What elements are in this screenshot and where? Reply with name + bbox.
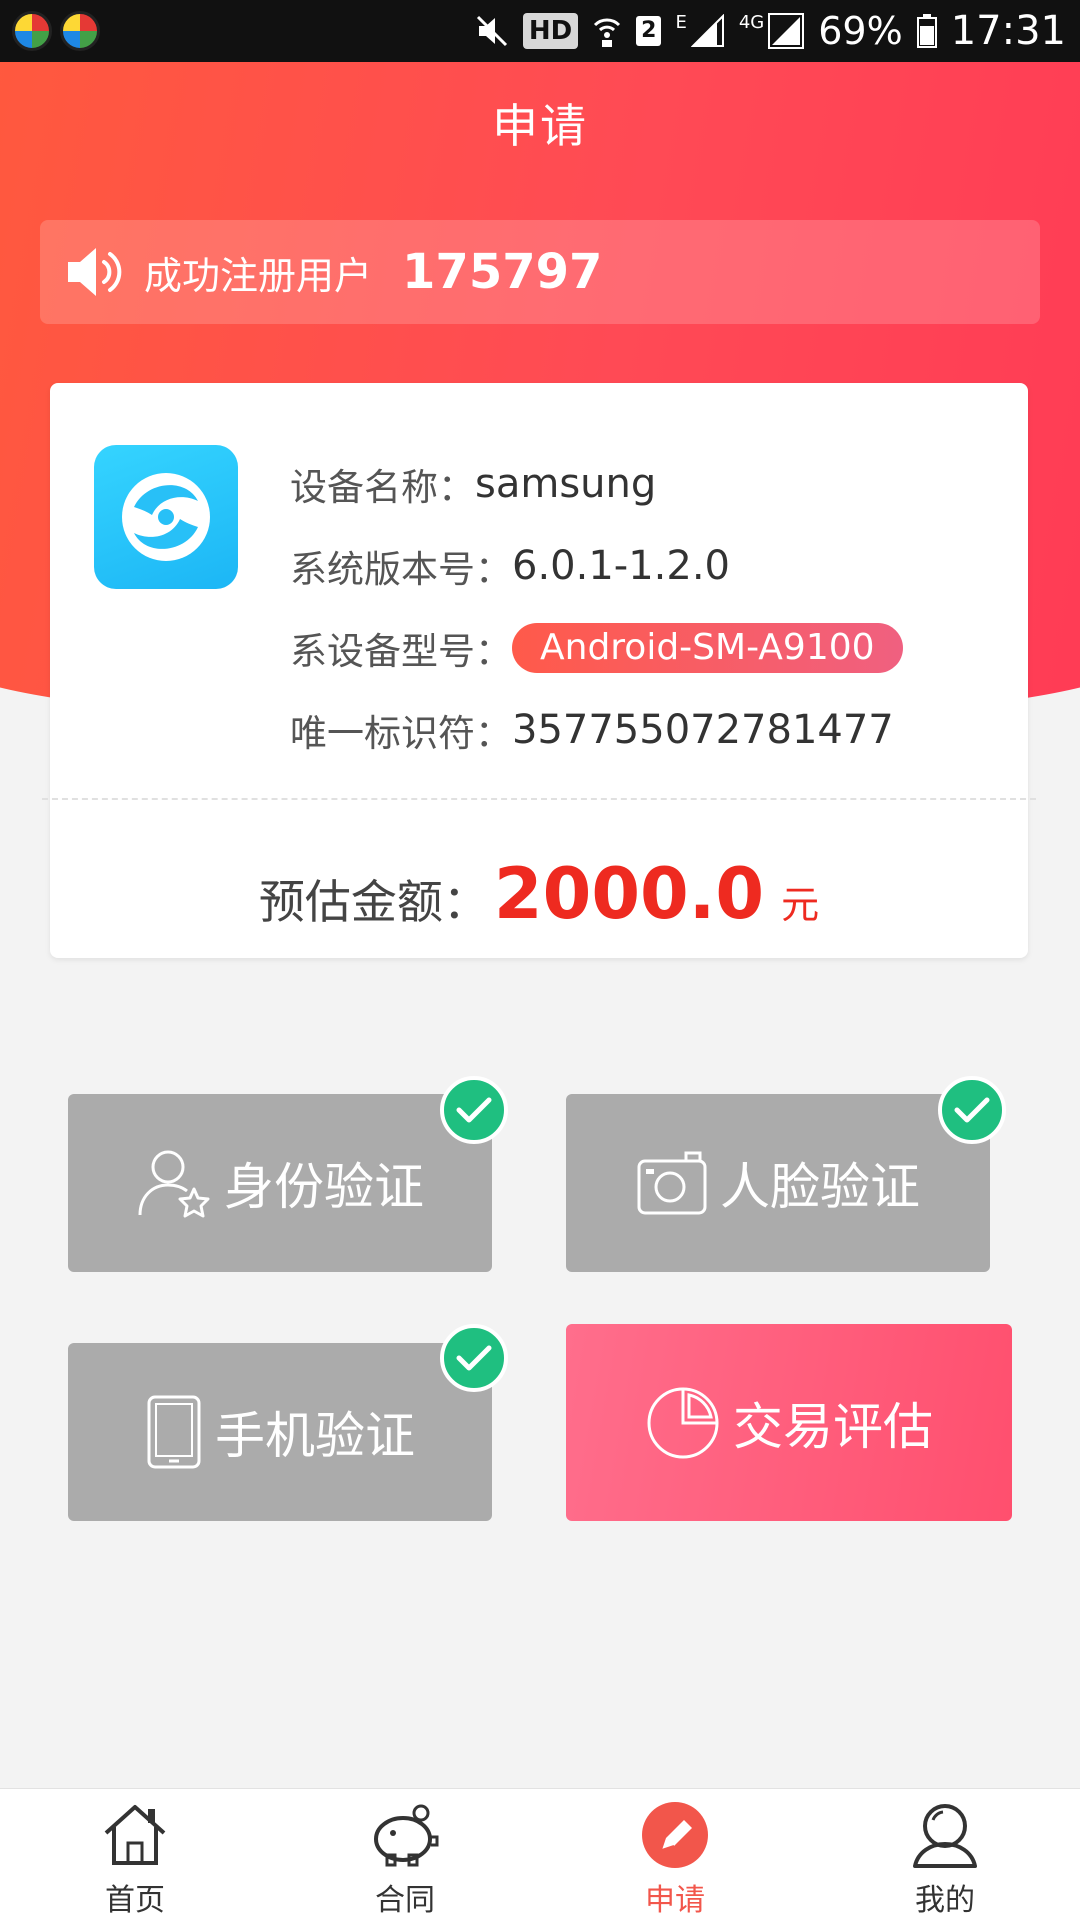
speaker-icon (68, 248, 122, 296)
app-logo (94, 445, 238, 589)
registered-users-banner: 成功注册用户 175797 (40, 220, 1040, 324)
registered-count: 175797 (402, 244, 603, 300)
hd-badge: HD (522, 13, 579, 49)
identity-verification-label: 身份验证 (224, 1158, 424, 1216)
unique-id-value: 357755072781477 (512, 707, 894, 753)
transaction-assessment-button[interactable]: 交易评估 (566, 1324, 1012, 1521)
unique-id-label: 唯一标识符： (290, 712, 512, 755)
estimate-amount: 2000.0 (493, 853, 765, 935)
status-indicators: HD 2 E 4G 69% 17:31 (475, 0, 1066, 62)
network-type-e: E (675, 12, 687, 33)
pencil-icon (635, 1797, 715, 1873)
notification-app-icon (12, 11, 52, 51)
screen: HD 2 E 4G 69% 17:31 申请 成功注册用户 175797 设备名… (0, 0, 1080, 1920)
estimate-row: 预估金额： 2000.0 元 (50, 853, 1028, 935)
transaction-assessment-label: 交易评估 (733, 1397, 933, 1456)
user-star-icon (136, 1145, 212, 1221)
device-model-row: 系设备型号： Android-SM-A9100 (290, 607, 903, 689)
system-version-row: 系统版本号： 6.0.1-1.2.0 (290, 525, 903, 607)
nav-label-apply: 申请 (645, 1883, 705, 1918)
battery-percent: 69% (818, 9, 903, 53)
face-verification-button[interactable]: 人脸验证 (566, 1094, 990, 1272)
network-type-4g: 4G (738, 12, 765, 33)
unique-id-row: 唯一标识符： 357755072781477 (290, 689, 903, 771)
nav-item-home[interactable]: 首页 (0, 1789, 270, 1920)
nav-label-mine: 我的 (915, 1883, 975, 1918)
wifi-calling-icon (592, 13, 622, 49)
nav-item-contract[interactable]: 合同 (270, 1789, 540, 1920)
nav-item-mine[interactable]: 我的 (810, 1789, 1080, 1920)
notice-text: 成功注册用户 (144, 253, 373, 298)
sim-badge: 2 (636, 16, 662, 46)
device-info-list: 设备名称： samsung 系统版本号： 6.0.1-1.2.0 系设备型号： … (290, 443, 903, 771)
device-model-value: Android-SM-A9100 (512, 623, 903, 673)
device-name-label: 设备名称： (290, 466, 475, 509)
nav-label-home: 首页 (105, 1883, 165, 1918)
device-model-label: 系设备型号： (290, 630, 512, 673)
estimate-unit: 元 (781, 883, 820, 927)
app-logo-icon (122, 473, 210, 561)
identity-verified-check-icon (440, 1076, 508, 1144)
mute-icon (475, 14, 509, 48)
bottom-navigation: 首页 合同 申请 我的 (0, 1788, 1080, 1920)
battery-icon (916, 14, 937, 48)
clock: 17:31 (950, 8, 1066, 54)
identity-verification-button[interactable]: 身份验证 (68, 1094, 492, 1272)
pie-chart-icon (645, 1385, 721, 1461)
face-verified-check-icon (938, 1076, 1006, 1144)
notification-icons (0, 11, 100, 51)
system-version-label: 系统版本号： (290, 548, 512, 591)
nav-label-contract: 合同 (375, 1883, 435, 1918)
device-name-row: 设备名称： samsung (290, 443, 903, 525)
signal-icon-2 (768, 13, 805, 49)
device-info-card: 设备名称： samsung 系统版本号： 6.0.1-1.2.0 系设备型号： … (42, 383, 1036, 958)
card-divider (42, 798, 1036, 800)
notification-app-icon (60, 11, 100, 51)
phone-verified-check-icon (440, 1324, 508, 1392)
phone-icon (145, 1394, 203, 1470)
nav-item-apply[interactable]: 申请 (540, 1789, 810, 1920)
system-version-value: 6.0.1-1.2.0 (512, 543, 730, 589)
signal-icon (690, 14, 725, 48)
person-icon (905, 1797, 985, 1873)
status-bar: HD 2 E 4G 69% 17:31 (0, 0, 1080, 62)
device-name-value: samsung (475, 461, 657, 507)
estimate-label: 预估金额： (258, 875, 489, 929)
phone-verification-label: 手机验证 (215, 1407, 415, 1465)
page-title: 申请 (492, 99, 588, 153)
home-icon (95, 1797, 175, 1873)
face-verification-label: 人脸验证 (720, 1158, 920, 1216)
camera-icon (636, 1149, 708, 1217)
piggy-bank-icon (365, 1797, 445, 1873)
phone-verification-button[interactable]: 手机验证 (68, 1343, 492, 1521)
